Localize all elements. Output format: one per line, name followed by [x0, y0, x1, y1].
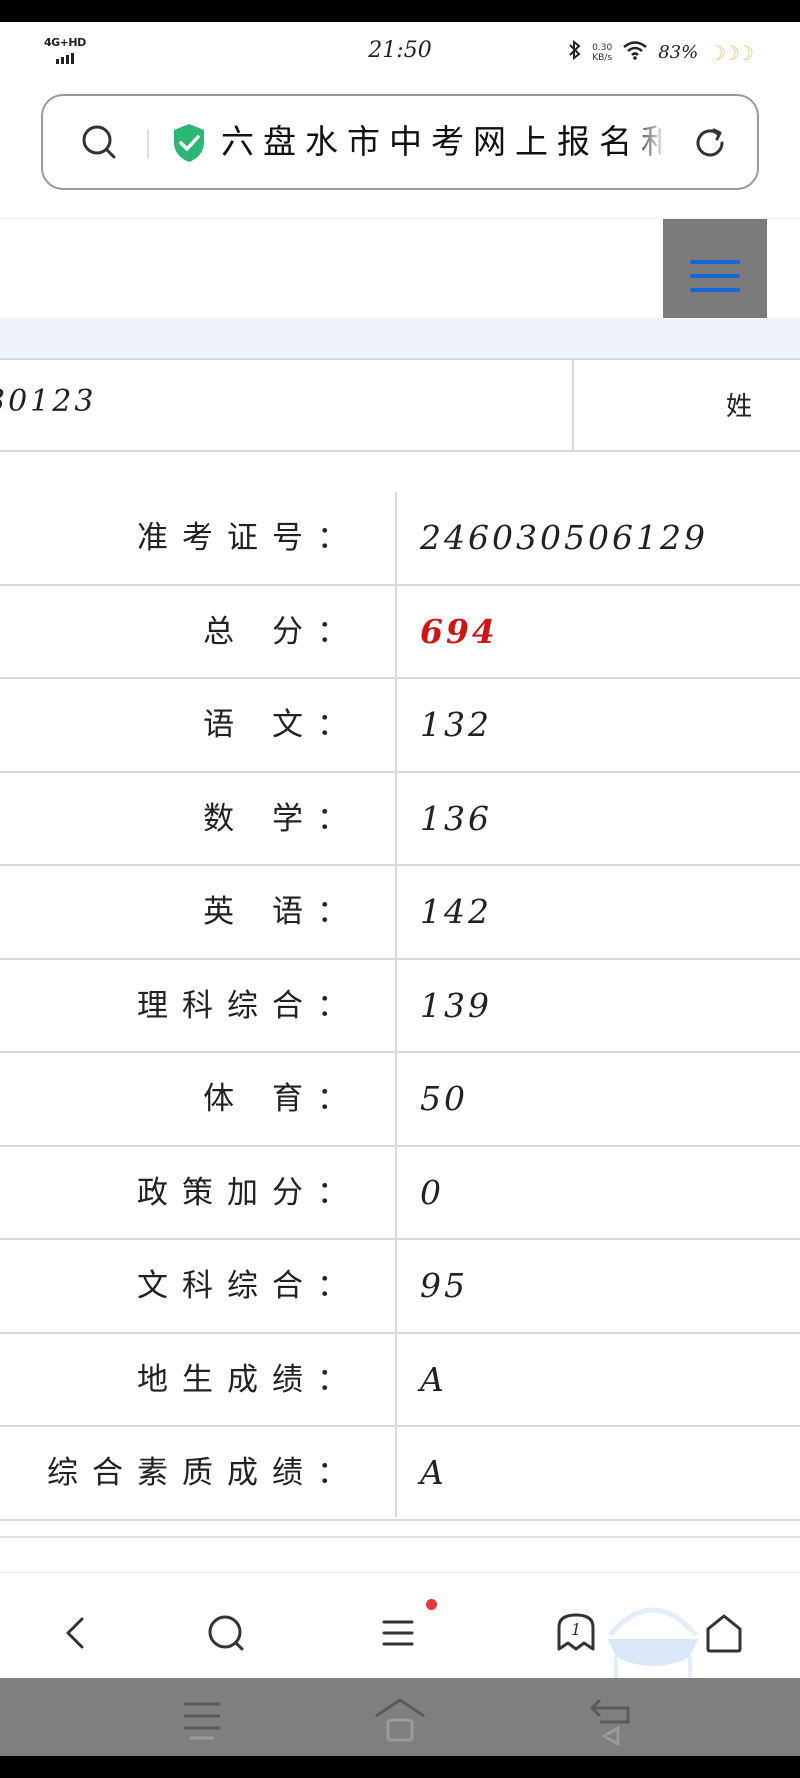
score-value: 95 — [420, 1266, 468, 1305]
table-column-divider — [395, 492, 397, 1517]
score-value: 139 — [420, 985, 492, 1025]
score-row: 文科综合： 95 — [0, 1240, 800, 1334]
hamburger-line — [690, 274, 740, 278]
score-row: 地生成绩： A — [0, 1334, 800, 1427]
score-row: 政策加分： 0 — [0, 1147, 800, 1240]
score-row: 英 语： 142 — [0, 866, 800, 960]
notification-dot — [426, 1599, 437, 1610]
hamburger-line — [690, 288, 740, 292]
hamburger-line — [690, 260, 740, 264]
cell-divider — [572, 360, 574, 450]
score-label: 数 学： — [203, 800, 362, 837]
shield-check-icon — [171, 122, 207, 164]
moon-icon: ☽☽☽ — [708, 40, 754, 65]
score-label: 总 分： — [203, 613, 362, 650]
score-label: 理科综合： — [137, 987, 362, 1024]
score-value: 50 — [420, 1079, 468, 1118]
header-band — [0, 318, 800, 358]
score-row: 综合素质成绩： A — [0, 1427, 800, 1521]
floating-assistant-icon[interactable] — [598, 1595, 708, 1685]
title-fade — [628, 116, 668, 168]
score-row: 语 文： 132 — [0, 679, 800, 773]
score-value: 694 — [420, 611, 498, 651]
wifi-icon — [622, 40, 648, 65]
score-value: 132 — [420, 705, 492, 744]
score-row: 数 学： 136 — [0, 773, 800, 866]
score-table: 准考证号： 246030506129 总 分： 694 语 文： 132 数 学： 136 英 … — [0, 492, 800, 1521]
system-navigation-bar — [0, 1678, 800, 1756]
table-bottom-border — [0, 1536, 800, 1538]
reload-icon[interactable] — [689, 122, 731, 164]
score-label: 体 育： — [203, 1081, 362, 1117]
address-bar[interactable]: 六盘水市中考网上报名和 — [41, 94, 759, 190]
score-label: 文科综合： — [137, 1268, 362, 1304]
battery-level: 83% — [658, 42, 699, 63]
score-row: 体 育： 50 — [0, 1053, 800, 1147]
status-bar: 4G+HD 21:50 0.30 KB/s 83% ☽☽☽ — [0, 22, 800, 86]
home-nav-icon[interactable] — [370, 1690, 430, 1746]
phone-screen: 4G+HD 21:50 0.30 KB/s 83% ☽☽☽ 六盘水市中考网上报名… — [0, 22, 800, 1756]
home-icon[interactable] — [696, 1605, 752, 1661]
back-nav-icon[interactable] — [580, 1690, 640, 1747]
hamburger-menu-button[interactable] — [663, 219, 767, 333]
score-value: 0 — [420, 1172, 444, 1212]
score-label: 语 文： — [203, 707, 362, 743]
score-row: 准考证号： 246030506129 — [0, 492, 800, 586]
tabs-count: 1 — [571, 1620, 582, 1639]
menu-icon[interactable] — [372, 1605, 428, 1661]
recent-apps-icon[interactable] — [172, 1690, 232, 1746]
score-value: A — [420, 1453, 447, 1492]
score-row: 理科综合： 139 — [0, 960, 800, 1053]
address-separator — [147, 129, 149, 159]
speed-value: 0.30 — [592, 42, 613, 53]
tabs-icon[interactable]: 1 — [548, 1605, 604, 1661]
bluetooth-icon — [568, 39, 582, 65]
name-label-partial: 姓 名 — [726, 392, 800, 422]
info-row-partial: 30123 姓 名 — [0, 358, 800, 452]
score-value: A — [420, 1359, 447, 1399]
status-icons: 0.30 KB/s 83% ☽☽☽ — [568, 39, 754, 65]
score-row: 总 分： 694 — [0, 586, 800, 679]
back-icon[interactable] — [48, 1605, 104, 1661]
score-label: 政策加分： — [137, 1174, 362, 1211]
score-value: 136 — [420, 798, 492, 838]
score-label: 英 语： — [203, 894, 362, 930]
score-label: 综合素质成绩： — [47, 1455, 362, 1491]
score-label: 地生成绩： — [137, 1361, 362, 1398]
score-value: 246030506129 — [420, 518, 708, 557]
score-value: 142 — [420, 892, 492, 931]
search-icon[interactable] — [79, 122, 119, 162]
speed-unit: KB/s — [592, 52, 613, 63]
page-title[interactable]: 六盘水市中考网上报名和 — [221, 116, 661, 168]
network-speed: 0.30 KB/s — [592, 43, 612, 63]
registration-number-partial: 30123 — [0, 384, 97, 419]
score-label: 准考证号： — [137, 520, 362, 556]
search-icon[interactable] — [198, 1605, 254, 1661]
